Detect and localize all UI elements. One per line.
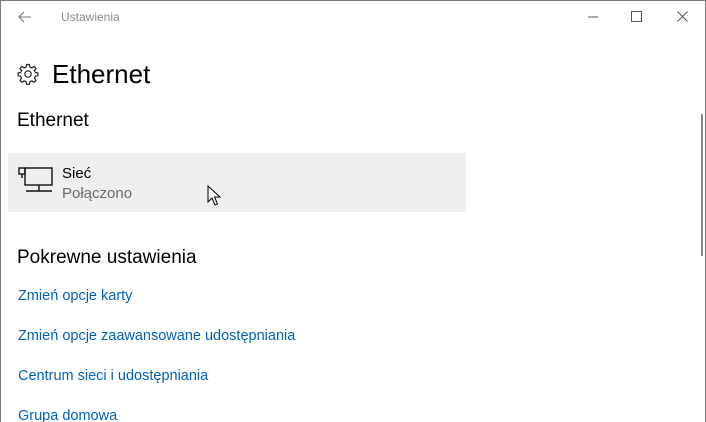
page-header: Ethernet [17, 59, 150, 89]
back-button[interactable] [11, 4, 39, 30]
minimize-icon [588, 16, 598, 17]
change-adapter-options-link[interactable]: Zmień opcje karty [18, 288, 132, 304]
advanced-sharing-options-link[interactable]: Zmień opcje zaawansowane udostępniania [18, 328, 295, 344]
close-button[interactable] [659, 1, 705, 32]
settings-window: Ustawienia Ethernet Ethernet Sieć Połącz… [0, 0, 706, 422]
ethernet-section-title: Ethernet [17, 110, 89, 131]
ethernet-network-icon [18, 167, 53, 192]
maximize-icon [630, 11, 642, 22]
window-title: Ustawienia [61, 10, 120, 24]
related-settings-title: Pokrewne ustawienia [17, 247, 197, 268]
network-name: Sieć [62, 165, 92, 182]
homegroup-link[interactable]: Grupa domowa [18, 408, 117, 422]
maximize-button[interactable] [613, 1, 659, 32]
scrollbar[interactable] [701, 114, 703, 256]
network-sharing-center-link[interactable]: Centrum sieci i udostępniania [18, 368, 208, 384]
page-title: Ethernet [52, 59, 151, 89]
gear-icon [17, 63, 39, 85]
network-status: Połączono [62, 185, 133, 202]
network-connection-tile[interactable]: Sieć Połączono [8, 153, 466, 212]
minimize-button[interactable] [570, 1, 616, 32]
mouse-pointer-icon [207, 185, 221, 206]
close-icon [676, 11, 688, 22]
back-arrow-icon [18, 11, 31, 23]
title-bar: Ustawienia [1, 1, 705, 32]
